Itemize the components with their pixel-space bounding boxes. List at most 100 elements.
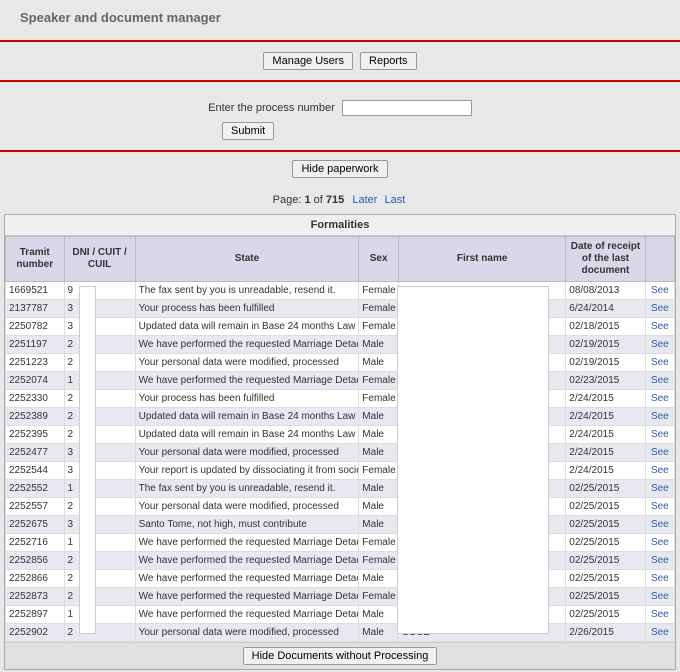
table-row: 22528971We have performed the requested … [6, 606, 675, 624]
table-row: 21377873Your process has been fulfilledF… [6, 300, 675, 318]
see-link[interactable]: See [645, 354, 674, 372]
see-link[interactable]: See [645, 390, 674, 408]
cell-sex: Female [359, 318, 399, 336]
table-row: 16695219The fax sent by you is unreadabl… [6, 282, 675, 300]
see-link[interactable]: See [645, 462, 674, 480]
see-link[interactable]: See [645, 336, 674, 354]
th-state[interactable]: State [135, 237, 359, 282]
cell-date: 2/24/2015 [566, 408, 645, 426]
process-number-input[interactable] [342, 100, 472, 116]
see-link[interactable]: See [645, 552, 674, 570]
cell-dni: 2 [64, 336, 135, 354]
process-number-label: Enter the process number [208, 102, 335, 114]
cell-sex: Male [359, 408, 399, 426]
cell-state: The fax sent by you is unreadable, resen… [135, 480, 359, 498]
table-row: 22528562We have performed the requested … [6, 552, 675, 570]
see-link[interactable]: See [645, 606, 674, 624]
cell-state: The fax sent by you is unreadable, resen… [135, 282, 359, 300]
cell-dni: 2 [64, 588, 135, 606]
th-firstname[interactable]: First name [399, 237, 566, 282]
cell-sex: Male [359, 570, 399, 588]
cell-dni: 2 [64, 354, 135, 372]
table-row: 22525443Your report is updated by dissoc… [6, 462, 675, 480]
cell-sex: Male [359, 354, 399, 372]
cell-state: We have performed the requested Marriage… [135, 588, 359, 606]
submit-button[interactable]: Submit [222, 122, 274, 140]
th-tramit[interactable]: Tramit number [6, 237, 65, 282]
hide-documents-button[interactable]: Hide Documents without Processing [243, 647, 438, 665]
pager: Page: 1 of 715 Later Last [0, 186, 680, 214]
see-link[interactable]: See [645, 498, 674, 516]
cell-dni: 9 [64, 282, 135, 300]
table-row: 22528732We have performed the requested … [6, 588, 675, 606]
cell-tramit: 2137787 [6, 300, 65, 318]
cell-date: 2/24/2015 [566, 444, 645, 462]
see-link[interactable]: See [645, 516, 674, 534]
hide-paperwork-button[interactable]: Hide paperwork [292, 160, 387, 178]
see-link[interactable]: See [645, 624, 674, 642]
table-row: 22525572Your personal data were modified… [6, 498, 675, 516]
formalities-table: Tramit number DNI / CUIT / CUIL State Se… [5, 236, 675, 642]
pager-of: of [314, 194, 323, 206]
cell-state: Your personal data were modified, proces… [135, 498, 359, 516]
see-link[interactable]: See [645, 408, 674, 426]
th-sex[interactable]: Sex [359, 237, 399, 282]
table-row: 22523302Your process has been fulfilledF… [6, 390, 675, 408]
cell-sex: Male [359, 336, 399, 354]
see-link[interactable]: See [645, 480, 674, 498]
cell-dni: 2 [64, 498, 135, 516]
cell-dni: 2 [64, 570, 135, 588]
cell-sex: Male [359, 624, 399, 642]
cell-tramit: 2252552 [6, 480, 65, 498]
see-link[interactable]: See [645, 444, 674, 462]
cell-date: 02/25/2015 [566, 480, 645, 498]
cell-tramit: 2252873 [6, 588, 65, 606]
cell-sex: Male [359, 498, 399, 516]
pager-last-link[interactable]: Last [385, 194, 406, 206]
cell-date: 02/25/2015 [566, 606, 645, 624]
see-link[interactable]: See [645, 570, 674, 588]
cell-sex: Female [359, 462, 399, 480]
see-link[interactable]: See [645, 426, 674, 444]
table-title: Formalities [5, 215, 675, 236]
cell-state: Updated data will remain in Base 24 mont… [135, 318, 359, 336]
cell-state: We have performed the requested Marriage… [135, 372, 359, 390]
table-row: 22523892Updated data will remain in Base… [6, 408, 675, 426]
cell-state: Santo Tome, not high, must contribute [135, 516, 359, 534]
cell-state: We have performed the requested Marriage… [135, 606, 359, 624]
cell-state: Your personal data were modified, proces… [135, 444, 359, 462]
cell-date: 08/08/2013 [566, 282, 645, 300]
cell-tramit: 2252389 [6, 408, 65, 426]
table-row: 22512232Your personal data were modified… [6, 354, 675, 372]
reports-button[interactable]: Reports [360, 52, 417, 70]
cell-tramit: 2252902 [6, 624, 65, 642]
see-link[interactable]: See [645, 300, 674, 318]
cell-sex: Female [359, 390, 399, 408]
cell-tramit: 1669521 [6, 282, 65, 300]
overlay-panel [397, 286, 549, 634]
see-link[interactable]: See [645, 282, 674, 300]
th-date[interactable]: Date of receipt of the last document [566, 237, 645, 282]
cell-tramit: 2252544 [6, 462, 65, 480]
cell-date: 02/18/2015 [566, 318, 645, 336]
pager-later-link[interactable]: Later [352, 194, 377, 206]
cell-state: Your process has been fulfilled [135, 390, 359, 408]
cell-tramit: 2250782 [6, 318, 65, 336]
see-link[interactable]: See [645, 372, 674, 390]
cell-dni: 3 [64, 516, 135, 534]
th-dni[interactable]: DNI / CUIT / CUIL [64, 237, 135, 282]
cell-tramit: 2252675 [6, 516, 65, 534]
table-row: 22507823Updated data will remain in Base… [6, 318, 675, 336]
cell-date: 02/25/2015 [566, 498, 645, 516]
cell-dni: 3 [64, 300, 135, 318]
see-link[interactable]: See [645, 534, 674, 552]
table-row: 22520741We have performed the requested … [6, 372, 675, 390]
see-link[interactable]: See [645, 318, 674, 336]
see-link[interactable]: See [645, 588, 674, 606]
cell-date: 02/19/2015 [566, 336, 645, 354]
overlay-panel [79, 286, 96, 634]
th-see [645, 237, 674, 282]
table-row: 22527161We have performed the requested … [6, 534, 675, 552]
manage-users-button[interactable]: Manage Users [263, 52, 353, 70]
cell-dni: 1 [64, 534, 135, 552]
